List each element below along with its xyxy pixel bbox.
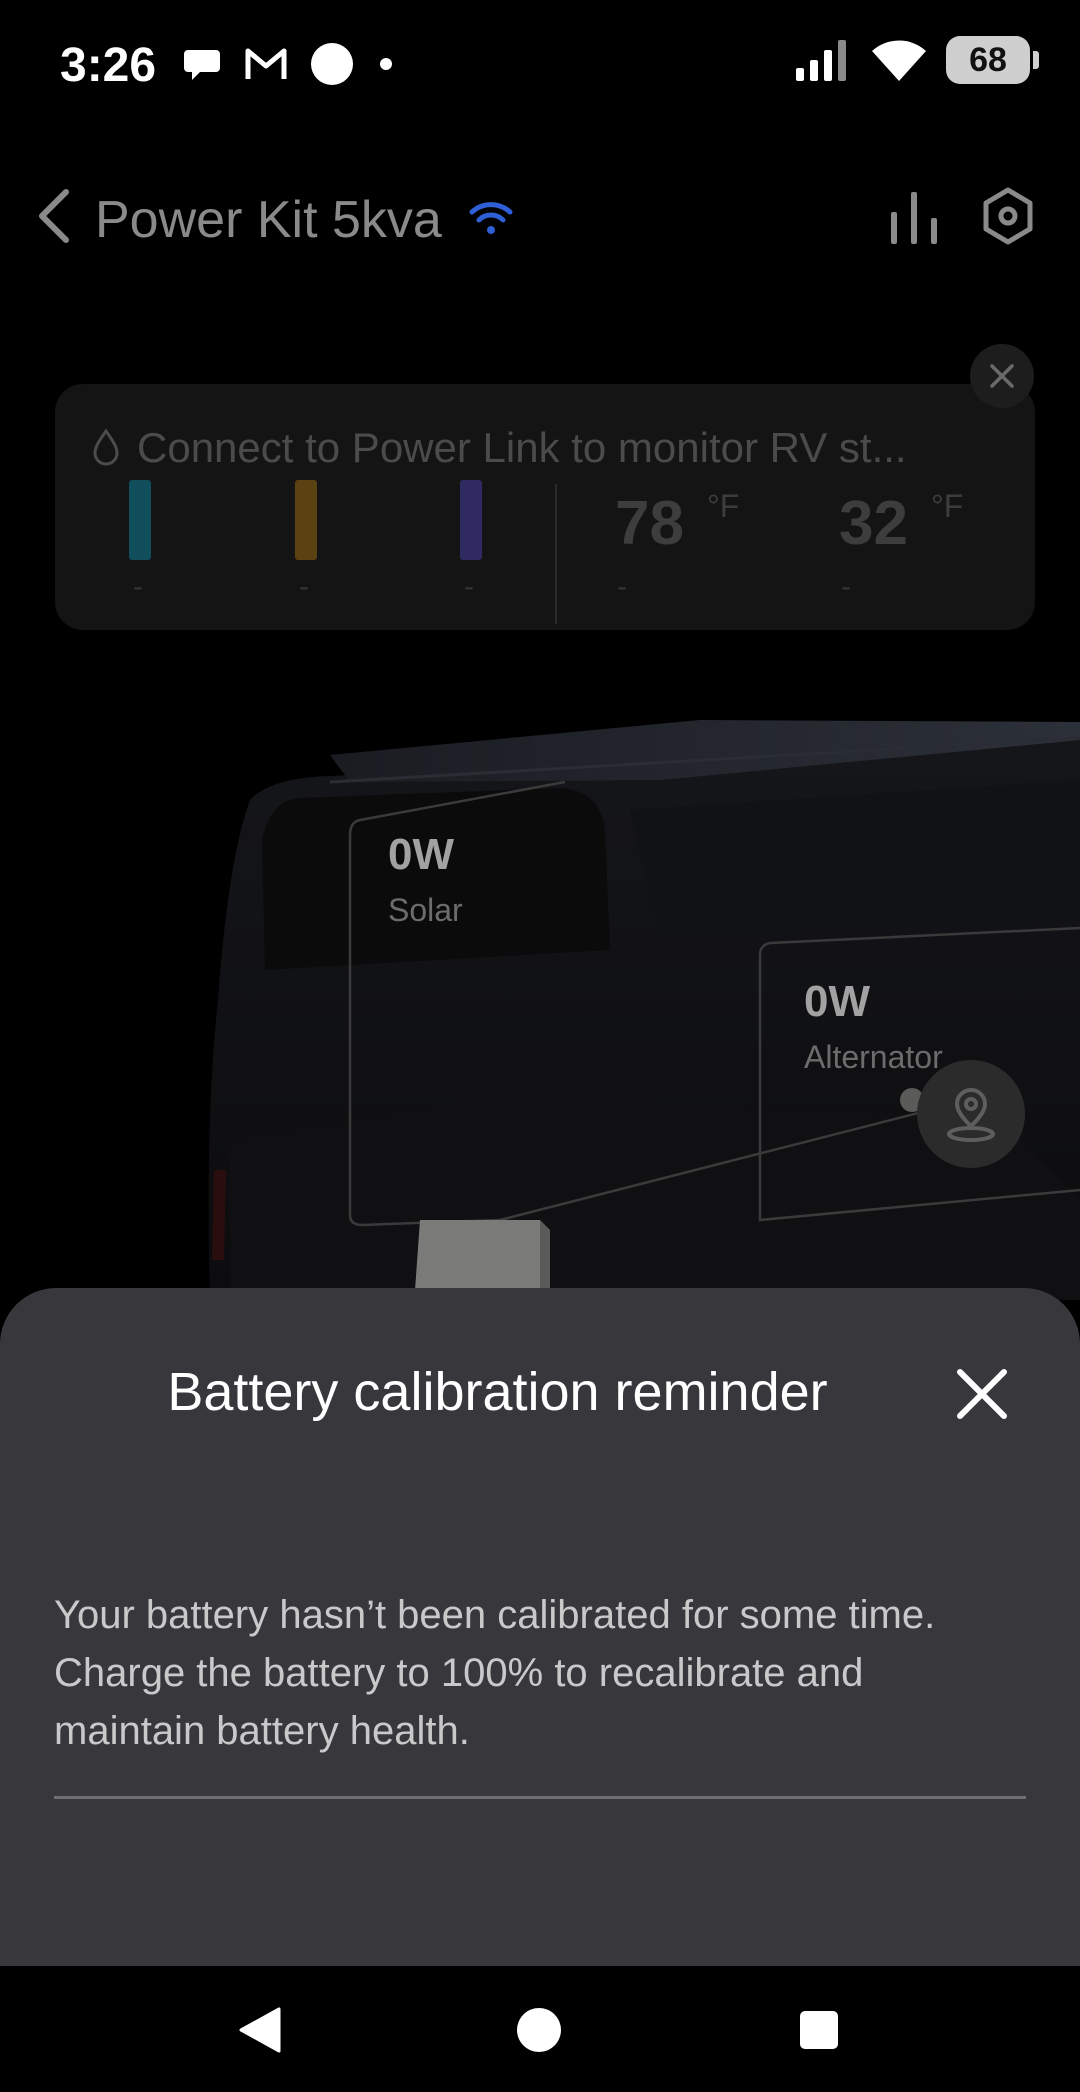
status-system-icons: 68: [794, 36, 1039, 84]
nav-home-button[interactable]: [509, 2000, 569, 2060]
temperature-sub: -: [617, 570, 627, 603]
recents-square-icon: [800, 2011, 838, 2049]
status-time: 3:26: [60, 39, 157, 92]
sheet-message: Your battery hasn’t been calibrated for …: [54, 1593, 936, 1753]
gauge-value: -: [299, 570, 309, 603]
alternator-label: Alternator: [804, 1039, 943, 1075]
battery-level: 68: [969, 40, 1007, 79]
status-notification-icons: [182, 42, 396, 86]
close-icon: [957, 1369, 1007, 1419]
sheet-divider: [54, 1796, 1026, 1799]
location-pin-icon: [947, 1087, 995, 1142]
back-button[interactable]: [30, 186, 80, 246]
fresh-water-gauge: [129, 480, 151, 560]
indoor-temperature-value: 78: [615, 489, 684, 558]
power-link-card[interactable]: Connect to Power Link to monitor RV st..…: [55, 384, 1035, 630]
van-illustration: [208, 720, 1080, 1300]
settings-button[interactable]: [978, 186, 1038, 246]
water-drop-icon: [93, 428, 119, 466]
location-button[interactable]: [917, 1060, 1025, 1168]
wifi-icon: [872, 40, 926, 81]
nav-recents-button[interactable]: [789, 2000, 849, 2060]
grey-water-gauge: [295, 480, 317, 560]
close-icon: [990, 364, 1014, 388]
chat-bubble-icon: [184, 50, 220, 80]
calibration-reminder-sheet: Battery calibration reminder Your batter…: [0, 1288, 1080, 1968]
solar-label: Solar: [388, 892, 463, 928]
status-bar: 3:26 68: [0, 0, 1080, 130]
temperature-unit: °F: [931, 488, 964, 524]
temperature-sub: -: [841, 570, 851, 603]
nav-back-button[interactable]: [230, 2000, 290, 2060]
app-header: Power Kit 5kva: [0, 170, 1080, 260]
black-water-gauge: [460, 480, 482, 560]
back-triangle-icon: [239, 2007, 281, 2053]
card-divider: [555, 484, 557, 624]
card-close-button[interactable]: [970, 344, 1034, 408]
chevron-left-icon: [39, 189, 69, 243]
hexagon-settings-icon: [983, 187, 1033, 245]
gauge-value: -: [133, 570, 143, 603]
gmail-icon: [245, 48, 287, 79]
system-navigation-bar: [0, 1966, 1080, 2092]
outdoor-temperature-value: 32: [839, 489, 908, 558]
gauge-value: -: [464, 570, 474, 603]
alternator-power-value: 0W: [804, 977, 870, 1026]
circle-icon: [311, 43, 353, 85]
statistics-button[interactable]: [885, 188, 943, 246]
signal-icon: [796, 40, 846, 81]
connection-wifi-icon: [469, 202, 513, 234]
battery-icon: 68: [946, 36, 1039, 84]
home-circle-icon: [517, 2008, 561, 2052]
solar-power-value: 0W: [388, 830, 454, 879]
sheet-close-button[interactable]: [952, 1364, 1012, 1424]
temperature-unit: °F: [707, 488, 740, 524]
power-link-message: Connect to Power Link to monitor RV st..…: [137, 424, 907, 471]
app-screen: 3:26 68 Power Kit 5kva Connect to Power …: [0, 0, 1080, 2092]
sheet-title: Battery calibration reminder: [167, 1362, 828, 1422]
dot-icon: [380, 58, 392, 70]
device-title: Power Kit 5kva: [95, 191, 442, 249]
bar-chart-icon: [891, 192, 937, 244]
